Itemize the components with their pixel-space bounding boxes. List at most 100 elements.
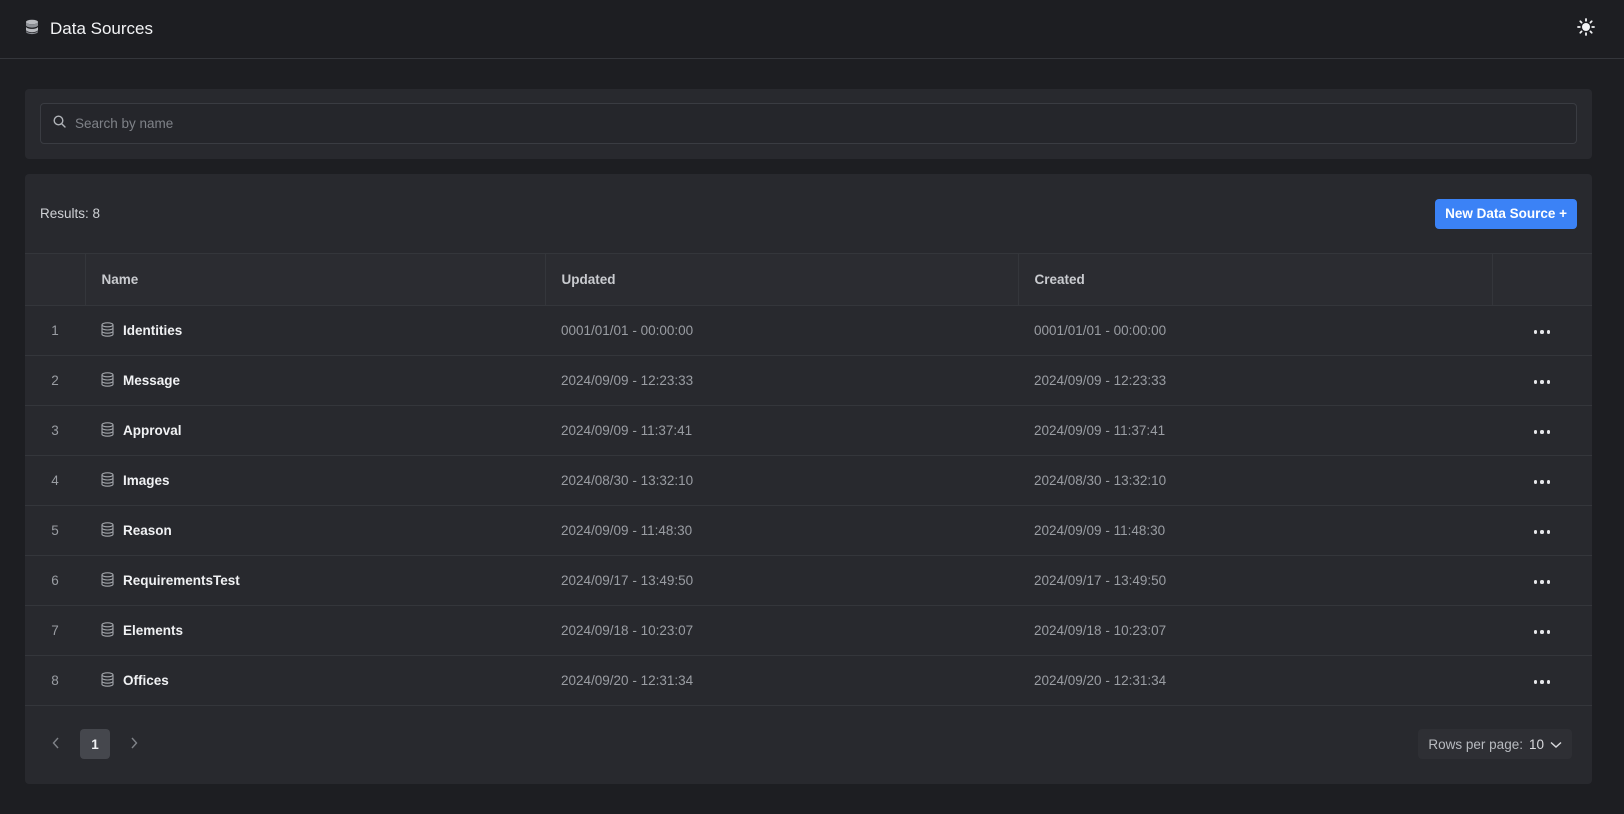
row-name-cell[interactable]: Reason <box>85 506 545 556</box>
table-row[interactable]: 6 RequirementsTest 2024/09/17 - 13:49:50 20… <box>25 556 1592 606</box>
row-index: 1 <box>51 323 59 338</box>
row-name-cell[interactable]: Images <box>85 456 545 506</box>
more-options-icon[interactable] <box>1528 524 1557 540</box>
row-actions-cell <box>1492 306 1592 356</box>
theme-toggle-button[interactable] <box>1573 16 1599 42</box>
database-icon <box>25 19 39 40</box>
row-actions-cell <box>1492 456 1592 506</box>
row-index: 7 <box>51 623 59 638</box>
row-name-cell[interactable]: RequirementsTest <box>85 556 545 606</box>
table-row[interactable]: 4 Images 2024/08/30 - 13:32:10 2024/08/30 -… <box>25 456 1592 506</box>
row-actions-cell <box>1492 606 1592 656</box>
row-created: 2024/09/09 - 11:37:41 <box>1034 423 1166 438</box>
more-options-icon[interactable] <box>1528 324 1557 340</box>
column-header-name[interactable]: Name <box>85 253 546 306</box>
row-updated: 2024/09/09 - 11:48:30 <box>561 523 693 538</box>
more-options-icon[interactable] <box>1528 424 1557 440</box>
row-name-cell[interactable]: Approval <box>85 406 545 456</box>
chevron-left-icon[interactable] <box>50 736 62 752</box>
row-index: 3 <box>51 423 59 438</box>
row-actions-cell <box>1492 356 1592 406</box>
search-input[interactable] <box>75 116 1564 131</box>
search-box[interactable] <box>40 103 1577 144</box>
row-name[interactable]: Identities <box>123 323 182 338</box>
table-body: 1 Identities 0001/01/01 - 00:00:00 0001/01/… <box>25 306 1592 706</box>
title-group: Data Sources <box>25 19 153 40</box>
results-count: Results: 8 <box>40 206 101 221</box>
table-row[interactable]: 7 Elements 2024/09/18 - 10:23:07 2024/09/18… <box>25 606 1592 656</box>
row-created: 2024/09/18 - 10:23:07 <box>1034 623 1167 638</box>
more-options-icon[interactable] <box>1528 574 1557 590</box>
row-index: 2 <box>51 373 59 388</box>
database-icon <box>101 371 114 390</box>
database-icon <box>101 571 114 590</box>
row-index: 8 <box>51 673 59 688</box>
database-icon <box>101 671 114 690</box>
row-actions-cell <box>1492 506 1592 556</box>
row-actions-cell <box>1492 656 1592 706</box>
pagination: 1 <box>50 729 140 759</box>
chevron-down-icon <box>1550 737 1562 752</box>
new-data-source-button[interactable]: New Data Source + <box>1435 198 1577 229</box>
search-panel <box>25 89 1592 159</box>
row-name[interactable]: Message <box>123 373 180 388</box>
row-name[interactable]: Approval <box>123 423 182 438</box>
row-index: 6 <box>51 573 59 588</box>
data-sources-table: Name Updated Created 1 Identities 0001/01/… <box>25 253 1592 706</box>
row-name[interactable]: Offices <box>123 673 169 688</box>
table-panel: Results: 8 New Data Source + Name Update… <box>25 174 1592 784</box>
row-name[interactable]: RequirementsTest <box>123 573 240 588</box>
row-name[interactable]: Elements <box>123 623 183 638</box>
rows-per-page-label: Rows per page: <box>1428 736 1523 752</box>
search-icon <box>53 114 66 133</box>
row-created: 2024/09/17 - 13:49:50 <box>1034 573 1167 588</box>
table-footer: 1 Rows per page: 10 <box>25 704 1592 784</box>
row-name[interactable]: Reason <box>123 523 172 538</box>
rows-per-page-value: 10 <box>1528 736 1544 752</box>
page-button-current[interactable]: 1 <box>80 729 110 759</box>
table-row[interactable]: 2 Message 2024/09/09 - 12:23:33 2024/09/09 … <box>25 356 1592 406</box>
table-toolbar: Results: 8 New Data Source + <box>25 174 1592 253</box>
more-options-icon[interactable] <box>1528 624 1557 640</box>
rows-per-page-select[interactable]: Rows per page: 10 <box>1418 729 1572 759</box>
database-icon <box>101 321 114 340</box>
row-created: 2024/09/09 - 12:23:33 <box>1034 373 1167 388</box>
more-options-icon[interactable] <box>1528 674 1557 690</box>
row-name-cell[interactable]: Offices <box>85 656 545 706</box>
row-updated: 2024/09/17 - 13:49:50 <box>561 573 694 588</box>
row-actions-cell <box>1492 406 1592 456</box>
table-row[interactable]: 5 Reason 2024/09/09 - 11:48:30 2024/09/09 -… <box>25 506 1592 556</box>
more-options-icon[interactable] <box>1528 374 1557 390</box>
column-header-index <box>25 253 86 306</box>
column-header-created[interactable]: Created <box>1018 253 1493 306</box>
row-updated: 2024/09/09 - 12:23:33 <box>561 373 694 388</box>
row-updated: 0001/01/01 - 00:00:00 <box>561 323 694 338</box>
database-icon <box>101 521 114 540</box>
row-index: 4 <box>51 473 59 488</box>
row-name-cell[interactable]: Message <box>85 356 545 406</box>
row-created: 2024/09/20 - 12:31:34 <box>1034 673 1167 688</box>
row-actions-cell <box>1492 556 1592 606</box>
chevron-right-icon[interactable] <box>128 736 140 752</box>
table-row[interactable]: 8 Offices 2024/09/20 - 12:31:34 2024/09/20 … <box>25 656 1592 706</box>
table-header-row: Name Updated Created <box>25 253 1592 306</box>
row-name-cell[interactable]: Identities <box>85 306 545 356</box>
row-name[interactable]: Images <box>123 473 170 488</box>
sun-icon <box>1577 17 1595 41</box>
row-updated: 2024/09/09 - 11:37:41 <box>561 423 693 438</box>
column-header-updated[interactable]: Updated <box>545 253 1019 306</box>
database-icon <box>101 421 114 440</box>
row-name-cell[interactable]: Elements <box>85 606 545 656</box>
top-bar: Data Sources <box>0 0 1624 59</box>
page-title: Data Sources <box>50 19 153 38</box>
row-updated: 2024/09/20 - 12:31:34 <box>561 673 694 688</box>
row-created: 2024/08/30 - 13:32:10 <box>1034 473 1167 488</box>
table-row[interactable]: 3 Approval 2024/09/09 - 11:37:41 2024/09/09… <box>25 406 1592 456</box>
row-created: 2024/09/09 - 11:48:30 <box>1034 523 1166 538</box>
row-created: 0001/01/01 - 00:00:00 <box>1034 323 1167 338</box>
row-updated: 2024/09/18 - 10:23:07 <box>561 623 694 638</box>
more-options-icon[interactable] <box>1528 474 1557 490</box>
database-icon <box>101 471 114 490</box>
row-updated: 2024/08/30 - 13:32:10 <box>561 473 694 488</box>
table-row[interactable]: 1 Identities 0001/01/01 - 00:00:00 0001/01/… <box>25 306 1592 356</box>
